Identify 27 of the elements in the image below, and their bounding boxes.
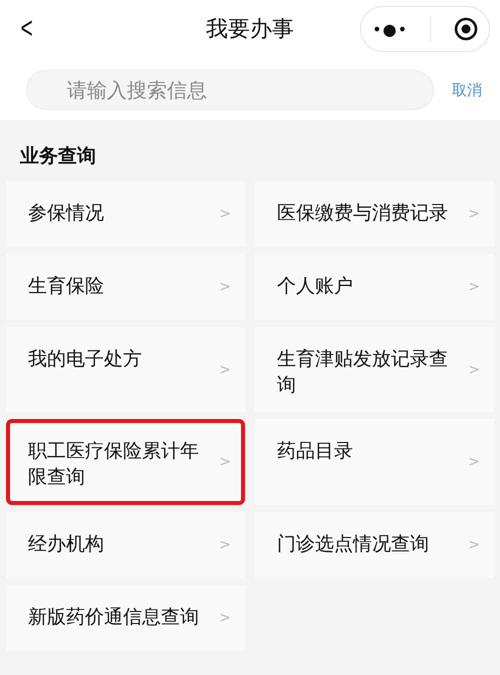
chevron-icon: >: [219, 454, 231, 470]
chevron-icon: >: [219, 536, 231, 553]
service-tile[interactable]: 生育津贴发放记录查询 >: [255, 327, 494, 412]
service-tile[interactable]: 医保缴费与消费记录 >: [255, 181, 494, 247]
service-tile[interactable]: 门诊选点情况查询 >: [255, 512, 494, 578]
service-tile[interactable]: 生育保险 >: [6, 254, 245, 320]
service-tile[interactable]: 参保情况 >: [6, 181, 245, 247]
service-tile[interactable]: 经办机构 >: [6, 512, 245, 578]
chevron-icon: >: [219, 206, 231, 222]
chevron-icon: >: [219, 610, 231, 626]
chevron-icon: >: [468, 206, 480, 222]
section-title: 业务查询: [19, 144, 97, 169]
service-tile[interactable]: 个人账户 >: [255, 254, 494, 320]
service-tile[interactable]: 职工医疗保险累计年限查询 >: [6, 419, 245, 505]
service-tile[interactable]: 新版药价通信息查询 >: [6, 584, 245, 651]
chevron-icon: >: [468, 454, 480, 470]
chevron-icon: >: [468, 279, 480, 295]
back-button[interactable]: <: [20, 12, 33, 46]
search-field[interactable]: 请输入搜索信息: [26, 70, 434, 110]
service-tile[interactable]: 我的电子处方 >: [6, 327, 245, 412]
service-tile[interactable]: 药品目录 >: [255, 419, 494, 505]
chevron-icon: >: [219, 362, 231, 378]
chevron-icon: >: [219, 279, 231, 295]
chevron-icon: >: [468, 536, 480, 553]
page-title: 我要办事: [206, 16, 294, 44]
chevron-icon: >: [468, 362, 480, 378]
more-button[interactable]: •●•: [372, 20, 408, 38]
